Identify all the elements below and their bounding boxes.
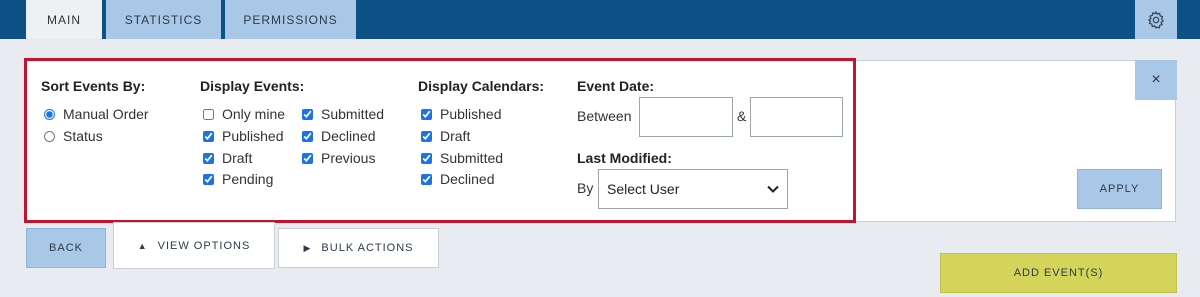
checkbox-label: Draft [440,128,471,144]
calendar-filter-submitted[interactable]: Submitted [421,149,503,167]
between-label: Between [577,108,632,124]
triangle-up-icon: ▲ [137,240,148,251]
apply-button[interactable]: APPLY [1077,169,1162,209]
add-events-button[interactable]: ADD EVENT(S) [940,253,1177,293]
event-date-from-input[interactable] [639,97,733,137]
event-filter-pending[interactable]: Pending [203,170,273,188]
sort-option-label: Status [63,128,103,144]
checkbox-draft[interactable] [203,152,214,164]
close-icon: × [1151,71,1161,88]
checkbox-label: Only mine [222,106,286,122]
sort-option-status[interactable]: Status [44,127,103,145]
sort-radio-status[interactable] [44,130,55,142]
checkbox-label: Submitted [440,150,504,166]
event-date-title: Event Date: [577,78,655,94]
event-filter-declined[interactable]: Declined [302,127,375,145]
display-events-title: Display Events: [200,78,305,94]
checkbox-published[interactable] [203,130,214,142]
gear-icon [1147,10,1165,29]
checkbox-label: Published [440,106,502,122]
checkbox-submitted[interactable] [302,108,313,120]
tab-main[interactable]: MAIN [26,0,102,39]
select-user-value: Select User [607,181,680,197]
checkbox-cal-submitted[interactable] [421,152,432,164]
sort-option-label: Manual Order [63,106,149,122]
checkbox-cal-draft[interactable] [421,130,432,142]
event-filter-only-mine[interactable]: Only mine [203,105,285,123]
calendar-filter-published[interactable]: Published [421,105,502,123]
sort-events-title: Sort Events By: [41,78,146,94]
event-filter-draft[interactable]: Draft [203,149,252,167]
close-panel-button[interactable]: × [1135,60,1177,100]
calendar-filter-declined[interactable]: Declined [421,170,494,188]
last-modified-title: Last Modified: [577,150,672,166]
sort-radio-manual[interactable] [44,108,55,120]
checkbox-label: Published [222,128,284,144]
back-button[interactable]: BACK [26,228,106,268]
checkbox-label: Pending [222,171,274,187]
tab-statistics[interactable]: STATISTICS [106,0,221,39]
bulk-actions-button[interactable]: ▶ BULK ACTIONS [278,228,439,268]
bulk-actions-label: BULK ACTIONS [321,242,414,254]
by-label: By [577,180,594,196]
tab-permissions[interactable]: PERMISSIONS [225,0,356,39]
checkbox-cal-published[interactable] [421,108,432,120]
triangle-right-icon: ▶ [303,242,312,253]
checkbox-label: Submitted [321,106,385,122]
settings-button[interactable] [1135,0,1177,39]
sort-option-manual-order[interactable]: Manual Order [44,105,149,123]
checkbox-previous[interactable] [302,152,313,164]
calendar-filter-draft[interactable]: Draft [421,127,470,145]
chevron-down-icon [767,185,779,193]
checkbox-declined[interactable] [302,130,313,142]
checkbox-label: Previous [321,150,376,166]
view-options-button[interactable]: ▲ VIEW OPTIONS [113,222,275,269]
checkbox-label: Draft [222,150,253,166]
checkbox-only-mine[interactable] [203,108,214,120]
event-filter-published[interactable]: Published [203,127,284,145]
event-date-to-input[interactable] [750,97,843,137]
checkbox-label: Declined [321,128,376,144]
select-user-dropdown[interactable]: Select User [598,169,788,209]
view-options-label: VIEW OPTIONS [157,239,251,252]
date-range-separator: & [737,108,747,124]
checkbox-cal-declined[interactable] [421,173,432,185]
event-filter-submitted[interactable]: Submitted [302,105,384,123]
checkbox-label: Declined [440,171,495,187]
checkbox-pending[interactable] [203,173,214,185]
display-calendars-title: Display Calendars: [418,78,545,94]
event-filter-previous[interactable]: Previous [302,149,375,167]
